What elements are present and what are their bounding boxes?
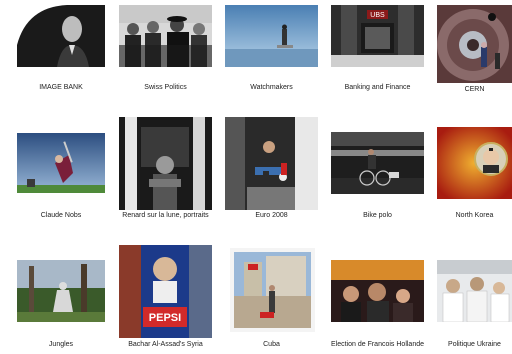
thumbnail-politique-ukraine[interactable]	[437, 260, 512, 322]
thumbnail-jungles[interactable]	[17, 260, 105, 322]
banking-sign-text: UBS	[370, 12, 385, 19]
thumbnail-euro-2008[interactable]	[225, 117, 318, 210]
thumbnail-bike-polo[interactable]	[331, 132, 424, 194]
caption-bike-polo[interactable]: Bike polo	[331, 212, 424, 219]
thumbnail-bachar-al-assads-syria[interactable]: PEPSI	[119, 245, 212, 338]
caption-cern[interactable]: CERN	[437, 86, 512, 93]
caption-banking-and-finance[interactable]: Banking and Finance	[331, 84, 424, 91]
gallery-grid: IMAGE BANK Swiss Politics Watchmakers UB…	[0, 0, 512, 354]
caption-north-korea[interactable]: North Korea	[437, 212, 512, 219]
thumbnail-watchmakers[interactable]	[225, 5, 318, 67]
caption-cuba[interactable]: Cuba	[225, 341, 318, 348]
caption-claude-nobs[interactable]: Claude Nobs	[17, 212, 105, 219]
caption-election-de-francois-hollande[interactable]: Election de Francois Hollande	[331, 341, 424, 348]
caption-swiss-politics[interactable]: Swiss Politics	[119, 84, 212, 91]
caption-renard-sur-la-lune[interactable]: Renard sur la lune, portraits	[119, 212, 212, 219]
caption-politique-ukraine[interactable]: Politique Ukraine	[437, 341, 512, 348]
caption-jungles[interactable]: Jungles	[17, 341, 105, 348]
thumbnail-renard-sur-la-lune[interactable]	[119, 117, 212, 210]
thumbnail-claude-nobs[interactable]	[17, 133, 105, 193]
thumbnail-swiss-politics[interactable]	[119, 5, 212, 67]
thumbnail-election-de-francois-hollande[interactable]	[331, 260, 424, 322]
thumbnail-cern[interactable]	[437, 5, 512, 83]
thumbnail-north-korea[interactable]	[437, 127, 512, 199]
caption-bachar-al-assads-syria[interactable]: Bachar Al-Assad's Syria	[119, 341, 212, 348]
thumbnail-image-bank[interactable]	[17, 5, 105, 67]
thumbnail-banking-and-finance[interactable]: UBS	[331, 5, 424, 67]
caption-watchmakers[interactable]: Watchmakers	[225, 84, 318, 91]
pepsi-text: PEPSI	[149, 312, 181, 324]
caption-euro-2008[interactable]: Euro 2008	[225, 212, 318, 219]
caption-image-bank[interactable]: IMAGE BANK	[17, 84, 105, 91]
thumbnail-cuba[interactable]	[230, 248, 315, 332]
